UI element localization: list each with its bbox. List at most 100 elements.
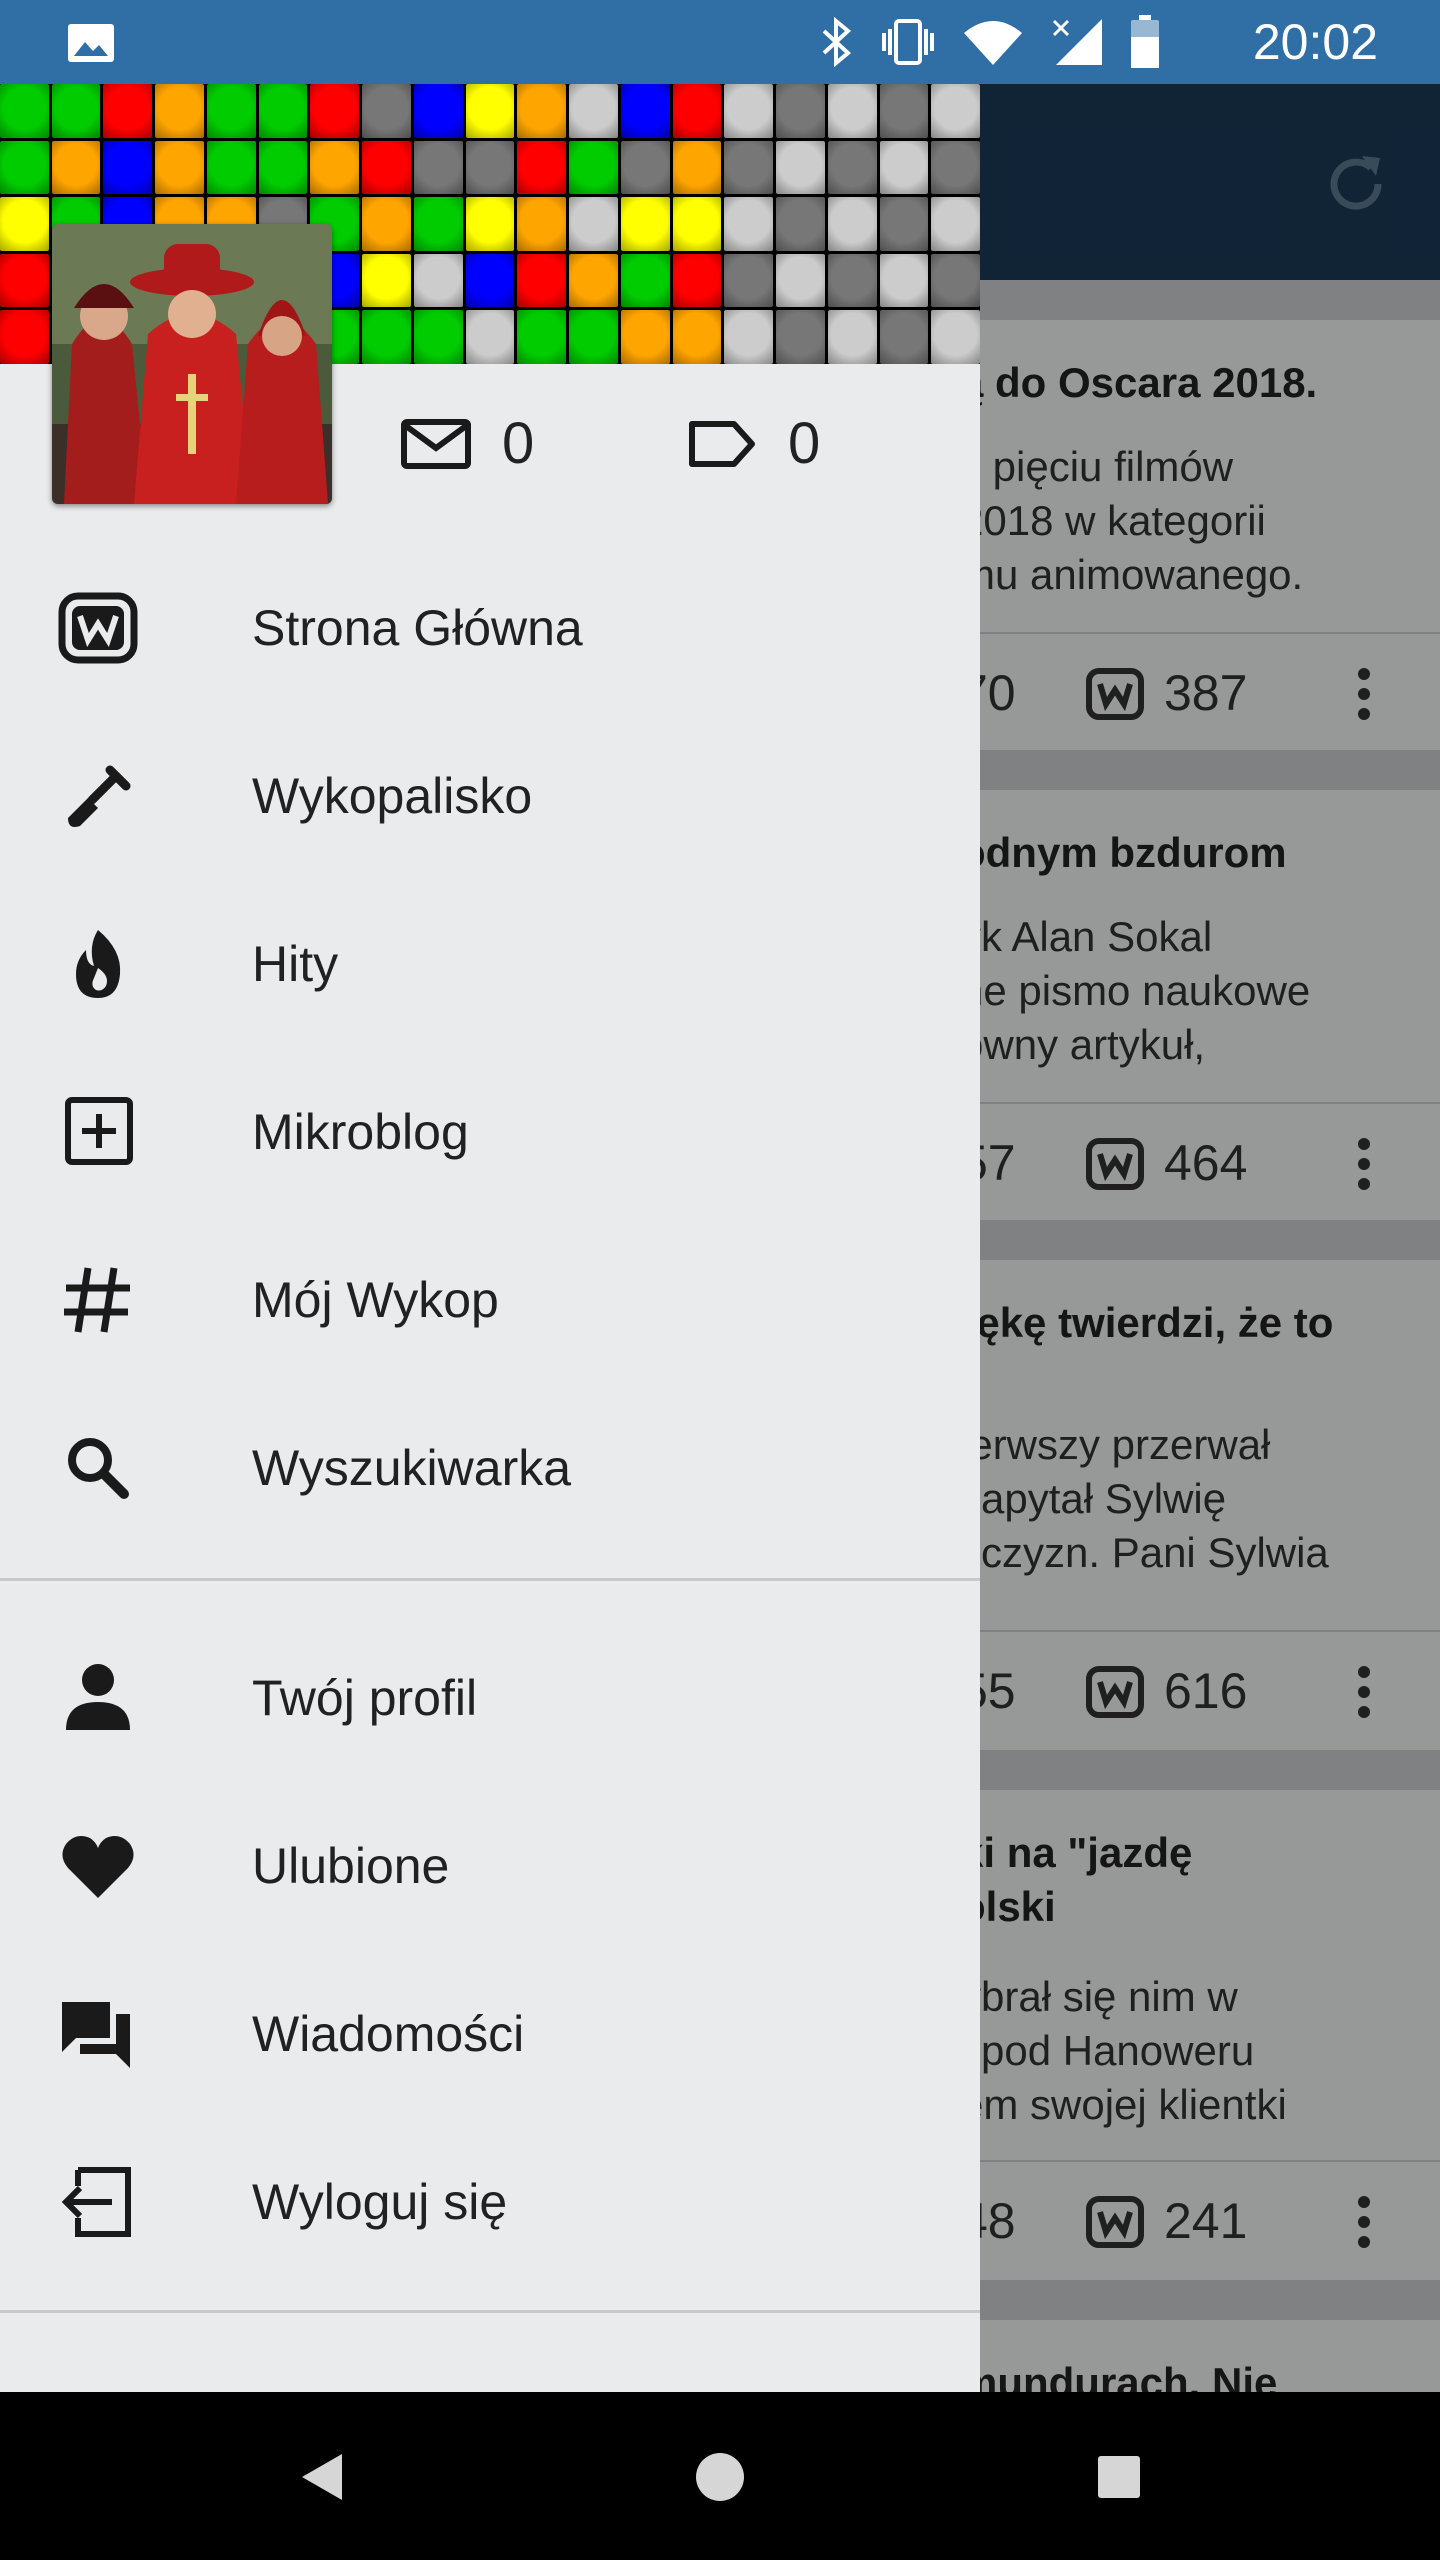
menu-item-mikroblog[interactable]: Mikroblog — [0, 1048, 980, 1216]
mosaic-tile — [206, 84, 256, 138]
home-icon[interactable] — [675, 2432, 765, 2522]
mosaic-tile — [362, 84, 411, 138]
menu-item-label: Twój profil — [252, 1670, 478, 1726]
mosaic-tile — [724, 140, 774, 195]
mosaic-tile — [620, 140, 670, 195]
tags-counter[interactable]: 0 — [686, 410, 820, 477]
mosaic-tile — [931, 253, 980, 308]
menu-item-strona-glowna[interactable]: Strona Główna — [0, 544, 980, 712]
mosaic-tile — [569, 310, 618, 364]
hashtag-icon — [64, 1267, 130, 1333]
menu-item-wykopalisko[interactable]: Wykopalisko — [0, 712, 980, 880]
recents-icon[interactable] — [1074, 2432, 1164, 2522]
status-time: 20:02 — [1252, 14, 1378, 70]
mosaic-tile — [0, 310, 49, 364]
shovel-icon — [68, 765, 131, 827]
messages-counter[interactable]: 0 — [400, 410, 534, 477]
menu-item-ulubione[interactable]: Ulubione — [0, 1782, 980, 1950]
menu-item-label: Wykopalisko — [252, 768, 533, 824]
mosaic-tile — [465, 253, 515, 308]
status-bar: 20:02 — [0, 0, 1440, 84]
mosaic-tile — [51, 140, 101, 195]
mosaic-tile — [362, 140, 411, 195]
primary-menu: Strona Główna Wykopalisko Hity Mikroblog — [0, 544, 980, 1552]
mosaic-tile — [413, 84, 463, 138]
mosaic-tile — [776, 253, 825, 308]
mosaic-tile — [776, 310, 825, 364]
logout-icon — [61, 2167, 131, 2237]
mosaic-tile — [879, 253, 929, 308]
battery-icon — [1131, 15, 1159, 68]
mosaic-tile — [569, 84, 618, 138]
mosaic-tile — [724, 310, 774, 364]
mosaic-tile — [879, 140, 929, 195]
system-navigation-bar — [0, 2392, 1440, 2560]
menu-item-label: Ulubione — [252, 1838, 450, 1894]
heart-icon — [62, 1836, 134, 1898]
mosaic-tile — [827, 197, 877, 251]
mosaic-tile — [413, 253, 463, 308]
mosaic-tile — [155, 140, 204, 195]
menu-item-moj-wykop[interactable]: Mój Wykop — [0, 1216, 980, 1384]
mosaic-tile — [413, 197, 463, 251]
person-icon — [66, 1664, 130, 1730]
mosaic-tile — [827, 84, 877, 138]
mosaic-tile — [620, 253, 670, 308]
mosaic-tile — [517, 197, 567, 251]
mosaic-tile — [258, 140, 308, 195]
bluetooth-icon — [822, 17, 852, 67]
plus-box-icon — [65, 1097, 133, 1165]
menu-item-wiadomosci[interactable]: Wiadomości — [0, 1950, 980, 2118]
menu-item-wyloguj[interactable]: Wyloguj się — [0, 2118, 980, 2286]
mosaic-tile — [827, 253, 877, 308]
mosaic-tile — [310, 140, 360, 195]
mosaic-tile — [827, 140, 877, 195]
wifi-icon — [964, 21, 1022, 65]
mosaic-tile — [0, 84, 49, 138]
back-icon[interactable] — [276, 2432, 366, 2522]
menu-item-label: Wyloguj się — [252, 2174, 508, 2230]
mosaic-tile — [51, 84, 101, 138]
mosaic-tile — [362, 310, 411, 364]
vibrate-icon — [882, 19, 934, 65]
menu-item-hity[interactable]: Hity — [0, 880, 980, 1048]
mosaic-tile — [413, 310, 463, 364]
mosaic-tile — [672, 197, 722, 251]
menu-item-label: Strona Główna — [252, 600, 583, 656]
mosaic-tile — [0, 140, 49, 195]
mosaic-tile — [362, 253, 411, 308]
avatar[interactable] — [52, 224, 332, 504]
mosaic-tile — [517, 84, 567, 138]
mosaic-tile — [155, 84, 204, 138]
menu-item-twoj-profil[interactable]: Twój profil — [0, 1614, 980, 1782]
search-icon — [68, 1438, 129, 1499]
navigation-drawer: 0 0 Strona Główna Wykopalisko Hity Mikro… — [0, 84, 980, 2392]
tag-count: 0 — [788, 411, 821, 476]
mosaic-tile — [465, 140, 515, 195]
mosaic-tile — [776, 140, 825, 195]
mosaic-tile — [517, 140, 567, 195]
mosaic-tile — [620, 310, 670, 364]
status-icons — [820, 15, 1160, 68]
menu-item-label: Mikroblog — [252, 1104, 469, 1160]
mosaic-tile — [362, 197, 411, 251]
mosaic-tile — [258, 84, 308, 138]
mosaic-tile — [724, 197, 774, 251]
mosaic-tile — [776, 84, 825, 138]
mosaic-tile — [465, 310, 515, 364]
mosaic-tile — [0, 253, 49, 308]
mosaic-tile — [569, 197, 618, 251]
mosaic-tile — [517, 253, 567, 308]
mosaic-tile — [672, 84, 722, 138]
mosaic-tile — [724, 253, 774, 308]
menu-item-wyszukiwarka[interactable]: Wyszukiwarka — [0, 1384, 980, 1552]
menu-item-label: Mój Wykop — [252, 1272, 499, 1328]
menu-divider — [0, 2310, 980, 2313]
secondary-menu: Twój profil Ulubione Wiadomości Wyloguj … — [0, 1614, 980, 2286]
mosaic-tile — [517, 310, 567, 364]
signal-icon — [1052, 19, 1102, 65]
menu-item-label: Wiadomości — [252, 2006, 525, 2062]
message-count: 0 — [502, 411, 535, 476]
mosaic-tile — [0, 197, 49, 251]
mosaic-tile — [672, 140, 722, 195]
